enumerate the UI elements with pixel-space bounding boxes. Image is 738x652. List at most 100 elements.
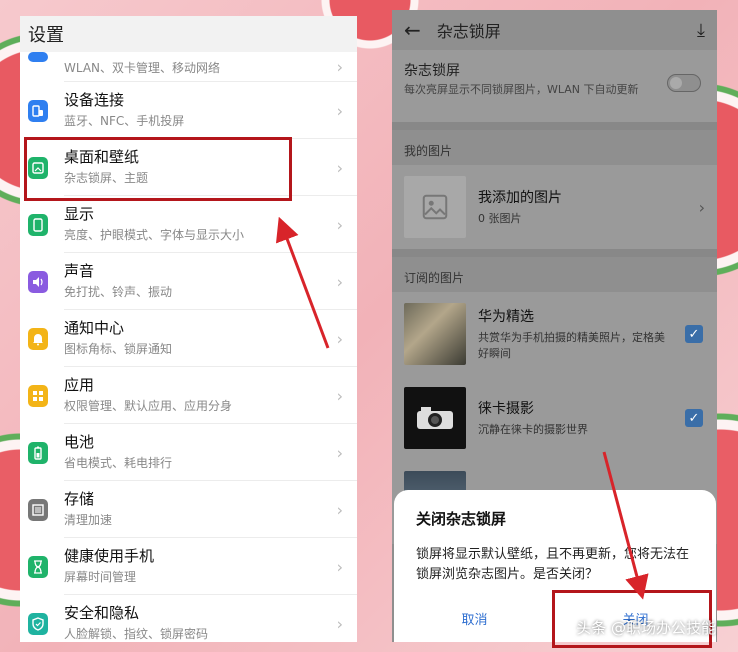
settings-item-text: 存储 清理加速 [64,481,357,538]
subscription-leica[interactable]: 徕卡摄影 沉静在徕卡的摄影世界 ✓ [392,376,717,460]
shield-icon [28,612,48,635]
settings-panel: 设置 WLAN、双卡管理、移动网络 › 设备连接 蓝牙、NFC、手机投屏 › 桌面和壁纸杂… [20,16,357,642]
settings-item-text: WLAN、双卡管理、移动网络 [64,52,357,82]
settings-item[interactable]: 应用 权限管理、默认应用、应用分身 › [20,367,357,424]
settings-item-text: 设备连接蓝牙、NFC、手机投屏 [64,82,357,139]
settings-item-title: 电池 [64,433,95,451]
subscription-title: 徕卡摄影 [478,401,534,417]
cancel-button[interactable]: 取消 [461,609,487,628]
settings-item-subtitle: 人脸解锁、指纹、锁屏密码 [64,627,209,641]
chevron-right-icon: › [336,443,343,462]
settings-item[interactable]: 存储 清理加速 › [20,481,357,538]
chevron-right-icon: › [336,101,343,120]
image-placeholder-icon [404,176,466,238]
settings-item-subtitle: WLAN、双卡管理、移动网络 [64,60,221,75]
settings-item-subtitle: 免打扰、铃声、振动 [64,285,173,299]
settings-item-text: 安全和隐私人脸解锁、指纹、锁屏密码 [64,595,357,642]
settings-item-subtitle: 屏幕时间管理 [64,570,137,584]
chevron-right-icon: › [336,158,343,177]
settings-list: WLAN、双卡管理、移动网络 › 设备连接 蓝牙、NFC、手机投屏 › 桌面和壁纸 杂志锁屏… [20,52,357,642]
subscription-title: 华为精选 [478,309,534,325]
network-icon [28,52,48,62]
settings-item-title: 安全和隐私 [64,604,140,622]
settings-item-text: 健康使用手机屏幕时间管理 [64,538,357,595]
my-added-count: 0 张图片 [478,212,522,225]
storage-icon [28,498,48,521]
settings-item-title: 存储 [64,490,95,508]
settings-item-text: 显示亮度、护眼模式、字体与显示大小 [64,196,357,253]
settings-item-title: 显示 [64,205,95,223]
camera-thumbnail [404,387,466,449]
wallpaper-icon [28,156,48,179]
settings-header: 设置 [20,16,357,52]
section-gap [392,122,717,130]
settings-item-subtitle: 图标角标、锁屏通知 [64,342,173,356]
settings-item[interactable]: 声音 免打扰、铃声、振动 › [20,253,357,310]
chevron-right-icon: › [336,57,343,77]
apps-icon [28,384,48,407]
settings-item[interactable]: 通知中心 图标角标、锁屏通知 › [20,310,357,367]
settings-item-title: 应用 [64,376,95,394]
subscribed-label: 订阅的图片 [392,257,717,292]
sound-icon [28,270,48,293]
settings-item-subtitle: 蓝牙、NFC、手机投屏 [64,114,185,128]
settings-item-title: 健康使用手机 [64,547,155,565]
settings-item-title: 设备连接 [64,91,125,109]
subscription-desc: 沉静在徕卡的摄影世界 [478,423,588,436]
dialog-message: 锁屏将显示默认壁纸，且不再更新，您将无法在锁屏浏览杂志图片。是否关闭？ [416,547,690,582]
settings-item-title: 桌面和壁纸 [64,148,140,166]
settings-item[interactable]: 设备连接 蓝牙、NFC、手机投屏 › [20,82,357,139]
settings-item[interactable]: WLAN、双卡管理、移动网络 › [20,52,357,82]
magazine-header: ← 杂志锁屏 ⤓ [392,10,717,50]
settings-item[interactable]: 桌面和壁纸 杂志锁屏、主题 › [20,139,357,196]
chevron-right-icon: › [336,386,343,405]
settings-item-text: 电池省电模式、耗电排行 [64,424,357,481]
settings-item[interactable]: 健康使用手机 屏幕时间管理 › [20,538,357,595]
my-pictures-label: 我的图片 [392,130,717,165]
settings-item-subtitle: 省电模式、耗电排行 [64,456,173,470]
chevron-right-icon: › [336,215,343,234]
chevron-right-icon: › [336,614,343,633]
settings-item-subtitle: 亮度、护眼模式、字体与显示大小 [64,228,245,242]
magazine-toggle-row[interactable]: 杂志锁屏 每次亮屏显示不同锁屏图片，WLAN 下自动更新 [392,50,717,122]
settings-item-subtitle: 杂志锁屏、主题 [64,171,149,185]
settings-item-subtitle: 权限管理、默认应用、应用分身 [64,399,233,413]
settings-item[interactable]: 电池 省电模式、耗电排行 › [20,424,357,481]
magazine-toggle-switch[interactable] [667,74,701,92]
page-title: 杂志锁屏 [436,22,501,41]
settings-item-title: 声音 [64,262,95,280]
settings-item[interactable]: 显示 亮度、护眼模式、字体与显示大小 › [20,196,357,253]
settings-item-title: 通知中心 [64,319,125,337]
checkbox-checked-icon[interactable]: ✓ [685,409,703,427]
magazine-toggle-desc: 每次亮屏显示不同锁屏图片，WLAN 下自动更新 [404,83,639,96]
subscription-huawei[interactable]: 华为精选 共赏华为手机拍摄的精美照片，定格美好瞬间 ✓ [392,292,717,376]
checkbox-checked-icon[interactable]: ✓ [685,325,703,343]
subscription-desc: 共赏华为手机拍摄的精美照片，定格美好瞬间 [478,331,665,360]
hourglass-icon [28,555,48,578]
chevron-right-icon: › [698,197,705,217]
chevron-right-icon: › [336,329,343,348]
watermark: 头条 @职场办公技能 [576,619,716,637]
huawei-thumbnail [404,303,466,365]
settings-item-text: 声音免打扰、铃声、振动 [64,253,357,310]
device-connection-icon [28,99,48,122]
notification-icon [28,327,48,350]
settings-item-subtitle: 清理加速 [64,513,113,527]
settings-title: 设置 [28,25,64,46]
display-icon [28,213,48,236]
settings-item-text: 桌面和壁纸杂志锁屏、主题 [64,139,357,196]
chevron-right-icon: › [336,500,343,519]
settings-item-text: 应用权限管理、默认应用、应用分身 [64,367,357,424]
back-arrow-icon[interactable]: ← [404,18,421,42]
settings-item-text: 通知中心图标角标、锁屏通知 [64,310,357,367]
my-added-pictures-row[interactable]: 我添加的图片 0 张图片 › [392,165,717,249]
battery-icon [28,441,48,464]
dialog-title: 关闭杂志锁屏 [416,510,507,528]
settings-item[interactable]: 安全和隐私 人脸解锁、指纹、锁屏密码 › [20,595,357,642]
chevron-right-icon: › [336,272,343,291]
section-gap [392,249,717,257]
magazine-toggle-title: 杂志锁屏 [404,63,460,79]
chevron-right-icon: › [336,557,343,576]
my-added-title: 我添加的图片 [478,190,562,206]
download-icon[interactable]: ⤓ [697,20,705,41]
